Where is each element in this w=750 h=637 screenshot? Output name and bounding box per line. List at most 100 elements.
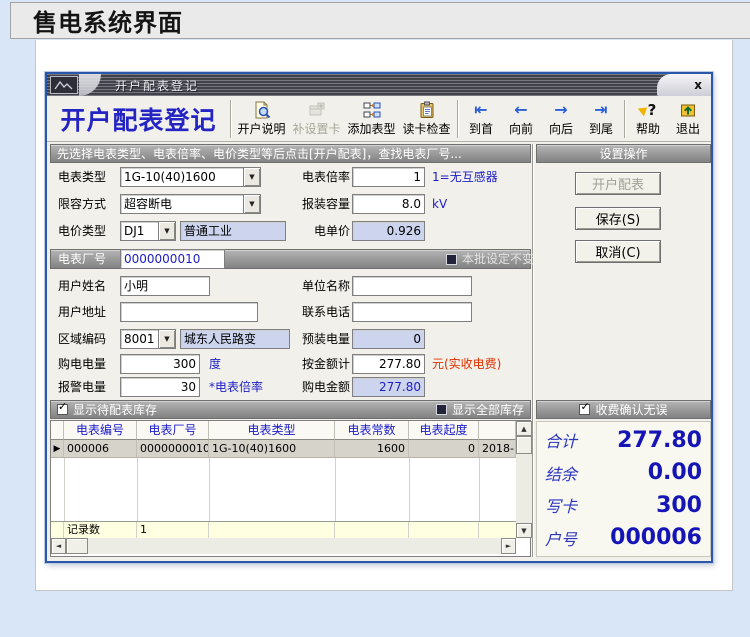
meter-stock-table: 电表编号 电表厂号 电表类型 电表常数 电表起度 ▶ 000006 000000… — [50, 420, 532, 557]
scroll-down-icon[interactable]: ▼ — [516, 523, 532, 538]
table-cell-meter-no[interactable]: 000006 — [64, 440, 137, 458]
summary-row-account-no: 户号 000006 — [537, 525, 710, 550]
price-type-select[interactable]: DJ1 ▼ — [120, 221, 176, 241]
go-last-button[interactable]: ⇥ 到尾 — [581, 98, 621, 140]
go-first-button[interactable]: ⇤ 到首 — [461, 98, 501, 140]
checkbox-icon[interactable] — [446, 253, 457, 265]
previous-record-icon: ← — [514, 100, 528, 119]
area-code-select[interactable]: 8001 ▼ — [120, 329, 176, 349]
exit-icon — [679, 100, 697, 120]
buy-amount-label: 购电金额 — [301, 380, 350, 394]
user-name-input[interactable]: 小明 — [120, 276, 210, 296]
table-cell-meter-type[interactable]: 1G-10(40)1600 — [209, 440, 335, 458]
table-header[interactable]: 电表类型 — [209, 421, 335, 440]
cancel-button[interactable]: 取消(C) — [575, 240, 661, 263]
supplement-card-button[interactable]: 补设置卡 — [289, 98, 344, 140]
total-value: 277.80 — [617, 427, 702, 453]
first-record-icon: ⇤ — [474, 100, 488, 119]
horizontal-scroll-thumb[interactable] — [66, 538, 88, 554]
by-amount-label: 按金额计 — [301, 357, 350, 371]
factory-no-label: 电表厂号 — [58, 252, 107, 266]
dropdown-arrow-icon[interactable]: ▼ — [243, 195, 260, 213]
buy-qty-label: 购电电量 — [58, 357, 107, 371]
summary-row-total: 合计 277.80 — [537, 428, 710, 453]
capacity-input[interactable]: 8.0 — [352, 194, 425, 214]
dialog-window: 开户配表登记 x 开户配表登记 开户说明 补设置卡 添加表型 读卡检查 ⇤ 到首… — [45, 72, 713, 563]
write-card-value: 300 — [656, 492, 702, 518]
buy-qty-input[interactable]: 300 — [120, 354, 200, 374]
alarm-qty-input[interactable]: 30 — [120, 377, 200, 397]
titlebar-curve — [79, 74, 101, 96]
read-card-check-button[interactable]: 读卡检查 — [399, 98, 454, 140]
dialog-titlebar[interactable]: 开户配表登记 x — [47, 74, 711, 96]
user-addr-input[interactable] — [120, 302, 258, 322]
toolbar-button-label: 到首 — [468, 122, 493, 136]
total-label: 合计 — [545, 432, 578, 452]
limit-mode-select[interactable]: 超容断电 ▼ — [120, 194, 261, 214]
by-amount-input[interactable]: 277.80 — [352, 354, 425, 374]
table-header[interactable]: 电表常数 — [335, 421, 409, 440]
card-plus-icon — [308, 100, 326, 120]
phone-input[interactable] — [352, 302, 472, 322]
table-header[interactable]: 电表厂号 — [137, 421, 209, 440]
price-type-value: DJ1 — [124, 224, 145, 238]
unit-price-field: 0.926 — [352, 221, 425, 241]
table-cell-constant[interactable]: 1600 — [335, 440, 409, 458]
table-cell-start-reading[interactable]: 0 — [409, 440, 479, 458]
doc-magnifier-icon — [253, 100, 271, 120]
table-cell-factory-no[interactable]: 0000000010 — [137, 440, 209, 458]
open-help-button[interactable]: 开户说明 — [234, 98, 289, 140]
dropdown-arrow-icon[interactable]: ▼ — [158, 222, 175, 240]
scroll-right-icon[interactable]: ► — [501, 538, 516, 554]
area-code-label: 区域编码 — [58, 332, 107, 346]
price-type-label: 电价类型 — [58, 224, 107, 238]
checkbox-checked-icon[interactable]: ✓ — [57, 401, 68, 415]
page: 售电系统界面 开户配表登记 x 开户配表登记 开户说明 补设置卡 添加表型 读卡… — [0, 0, 750, 637]
scroll-up-icon[interactable]: ▲ — [516, 421, 532, 436]
stock-options-bar: ✓ 显示待配表库存 显示全部库存 — [50, 400, 531, 419]
go-previous-button[interactable]: ← 向前 — [501, 98, 541, 140]
help-button[interactable]: ? 帮助 — [628, 98, 668, 140]
batch-fixed-checkbox[interactable]: 本批设定不变 — [446, 249, 534, 269]
user-addr-label: 用户地址 — [58, 305, 107, 319]
dropdown-arrow-icon[interactable]: ▼ — [243, 168, 260, 186]
buy-qty-unit-hint: 度 — [209, 357, 222, 371]
side-panel-title: 设置操作 — [599, 147, 648, 161]
factory-no-input[interactable]: 0000000010 — [120, 249, 225, 269]
scroll-left-icon[interactable]: ◄ — [51, 538, 66, 554]
add-meter-type-button[interactable]: 添加表型 — [344, 98, 399, 140]
open-account-button[interactable]: 开户配表 — [575, 172, 661, 195]
dialog-title: 开户配表登记 — [115, 78, 200, 93]
table-cell-date[interactable]: 2018- — [479, 440, 516, 458]
area-name-field: 城东人民路变 — [180, 329, 290, 349]
table-header[interactable]: 电表编号 — [64, 421, 137, 440]
exit-button[interactable]: 退出 — [668, 98, 708, 140]
toolbar: 开户配表登记 开户说明 补设置卡 添加表型 读卡检查 ⇤ 到首 ← 向前 → 向… — [47, 96, 711, 142]
capacity-unit-hint: kV — [432, 197, 448, 211]
toolbar-button-label: 读卡检查 — [402, 122, 451, 136]
fee-confirm-checkbox[interactable]: ✓ 收费确认无误 — [579, 401, 668, 418]
org-name-input[interactable] — [352, 276, 472, 296]
app-logo-icon — [50, 76, 78, 94]
toolbar-brand: 开户配表登记 — [60, 105, 217, 135]
table-header[interactable]: 电表起度 — [409, 421, 479, 440]
dropdown-arrow-icon[interactable]: ▼ — [158, 330, 175, 348]
toolbar-button-label: 添加表型 — [347, 122, 396, 136]
toolbar-button-label: 帮助 — [635, 122, 660, 136]
show-all-checkbox[interactable]: 显示全部库存 — [435, 401, 524, 418]
go-next-button[interactable]: → 向后 — [541, 98, 581, 140]
horizontal-scrollbar[interactable] — [51, 538, 516, 554]
help-icon: ? — [637, 100, 656, 120]
meter-ratio-input[interactable]: 1 — [352, 167, 425, 187]
close-icon[interactable]: x — [694, 79, 702, 91]
checkbox-icon[interactable] — [435, 404, 447, 415]
fee-confirm-bar: ✓ 收费确认无误 — [536, 400, 711, 419]
vertical-scroll-thumb[interactable] — [516, 436, 532, 454]
show-pending-checkbox[interactable]: ✓ 显示待配表库存 — [57, 401, 157, 418]
checkbox-checked-icon[interactable]: ✓ — [579, 401, 591, 415]
meter-type-select[interactable]: 1G-10(40)1600 ▼ — [120, 167, 261, 187]
price-type-name-field: 普通工业 — [180, 221, 286, 241]
unit-price-label: 电单价 — [313, 224, 350, 238]
save-button[interactable]: 保存(S) — [575, 207, 661, 230]
table-header[interactable] — [479, 421, 516, 440]
